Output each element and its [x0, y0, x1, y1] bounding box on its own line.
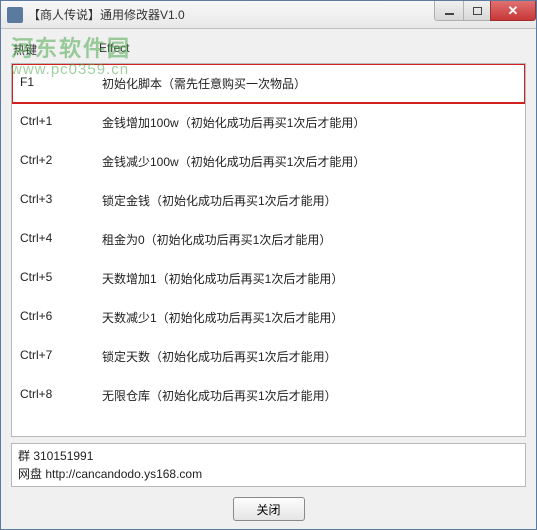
column-headers: 热键 Effect — [13, 41, 524, 61]
maximize-icon — [473, 7, 482, 15]
header-effect: Effect — [99, 41, 129, 61]
list-item[interactable]: F1初始化脚本（需先任意购买一次物品） — [12, 64, 525, 103]
minimize-button[interactable] — [434, 1, 464, 21]
minimize-icon — [445, 13, 454, 15]
effect-cell: 天数增加1（初始化成功后再买1次后才能用） — [102, 270, 343, 287]
window-close-button[interactable]: ✕ — [490, 1, 536, 21]
close-icon: ✕ — [508, 3, 519, 19]
app-window: 【商人传说】通用修改器V1.0 ✕ 河东软件园 www.pc0359.cn 热键… — [0, 0, 537, 530]
hotkey-cell: Ctrl+1 — [20, 114, 102, 131]
hotkey-cell: Ctrl+8 — [20, 387, 102, 404]
effect-cell: 锁定天数（初始化成功后再买1次后才能用） — [102, 348, 337, 365]
effect-cell: 天数减少1（初始化成功后再买1次后才能用） — [102, 309, 343, 326]
maximize-button[interactable] — [463, 1, 491, 21]
effect-cell: 锁定金钱（初始化成功后再买1次后才能用） — [102, 192, 337, 209]
hotkey-cell: F1 — [20, 75, 102, 92]
app-icon — [7, 7, 23, 23]
close-button[interactable]: 关闭 — [233, 497, 305, 521]
effect-cell: 租金为0（初始化成功后再买1次后才能用） — [102, 231, 331, 248]
list-item[interactable]: Ctrl+4租金为0（初始化成功后再买1次后才能用） — [12, 220, 525, 259]
effect-cell: 初始化脚本（需先任意购买一次物品） — [102, 75, 306, 92]
info-group: 群 310151991 — [18, 447, 519, 465]
header-hotkey: 热键 — [13, 41, 99, 61]
list-item[interactable]: Ctrl+6天数减少1（初始化成功后再买1次后才能用） — [12, 298, 525, 337]
titlebar[interactable]: 【商人传说】通用修改器V1.0 ✕ — [1, 1, 536, 29]
info-url: 网盘 http://cancandodo.ys168.com — [18, 465, 519, 483]
effect-cell: 金钱减少100w（初始化成功后再买1次后才能用） — [102, 153, 365, 170]
list-item[interactable]: Ctrl+3锁定金钱（初始化成功后再买1次后才能用） — [12, 181, 525, 220]
footer: 关闭 — [1, 497, 536, 521]
list-item[interactable]: Ctrl+1金钱增加100w（初始化成功后再买1次后才能用） — [12, 103, 525, 142]
hotkey-cell: Ctrl+4 — [20, 231, 102, 248]
close-button-label: 关闭 — [256, 501, 280, 518]
list-item[interactable]: Ctrl+7锁定天数（初始化成功后再买1次后才能用） — [12, 337, 525, 376]
window-title: 【商人传说】通用修改器V1.0 — [28, 6, 185, 23]
list-item[interactable]: Ctrl+2金钱减少100w（初始化成功后再买1次后才能用） — [12, 142, 525, 181]
hotkey-cell: Ctrl+2 — [20, 153, 102, 170]
effect-cell: 无限仓库（初始化成功后再买1次后才能用） — [102, 387, 337, 404]
hotkey-cell: Ctrl+5 — [20, 270, 102, 287]
info-box: 群 310151991 网盘 http://cancandodo.ys168.c… — [11, 443, 526, 487]
hotkey-cell: Ctrl+7 — [20, 348, 102, 365]
effect-cell: 金钱增加100w（初始化成功后再买1次后才能用） — [102, 114, 365, 131]
hotkey-cell: Ctrl+6 — [20, 309, 102, 326]
list-item[interactable]: Ctrl+8无限仓库（初始化成功后再买1次后才能用） — [12, 376, 525, 415]
list-item[interactable]: Ctrl+5天数增加1（初始化成功后再买1次后才能用） — [12, 259, 525, 298]
window-controls: ✕ — [435, 1, 536, 21]
hotkey-list: F1初始化脚本（需先任意购买一次物品）Ctrl+1金钱增加100w（初始化成功后… — [11, 63, 526, 437]
hotkey-cell: Ctrl+3 — [20, 192, 102, 209]
